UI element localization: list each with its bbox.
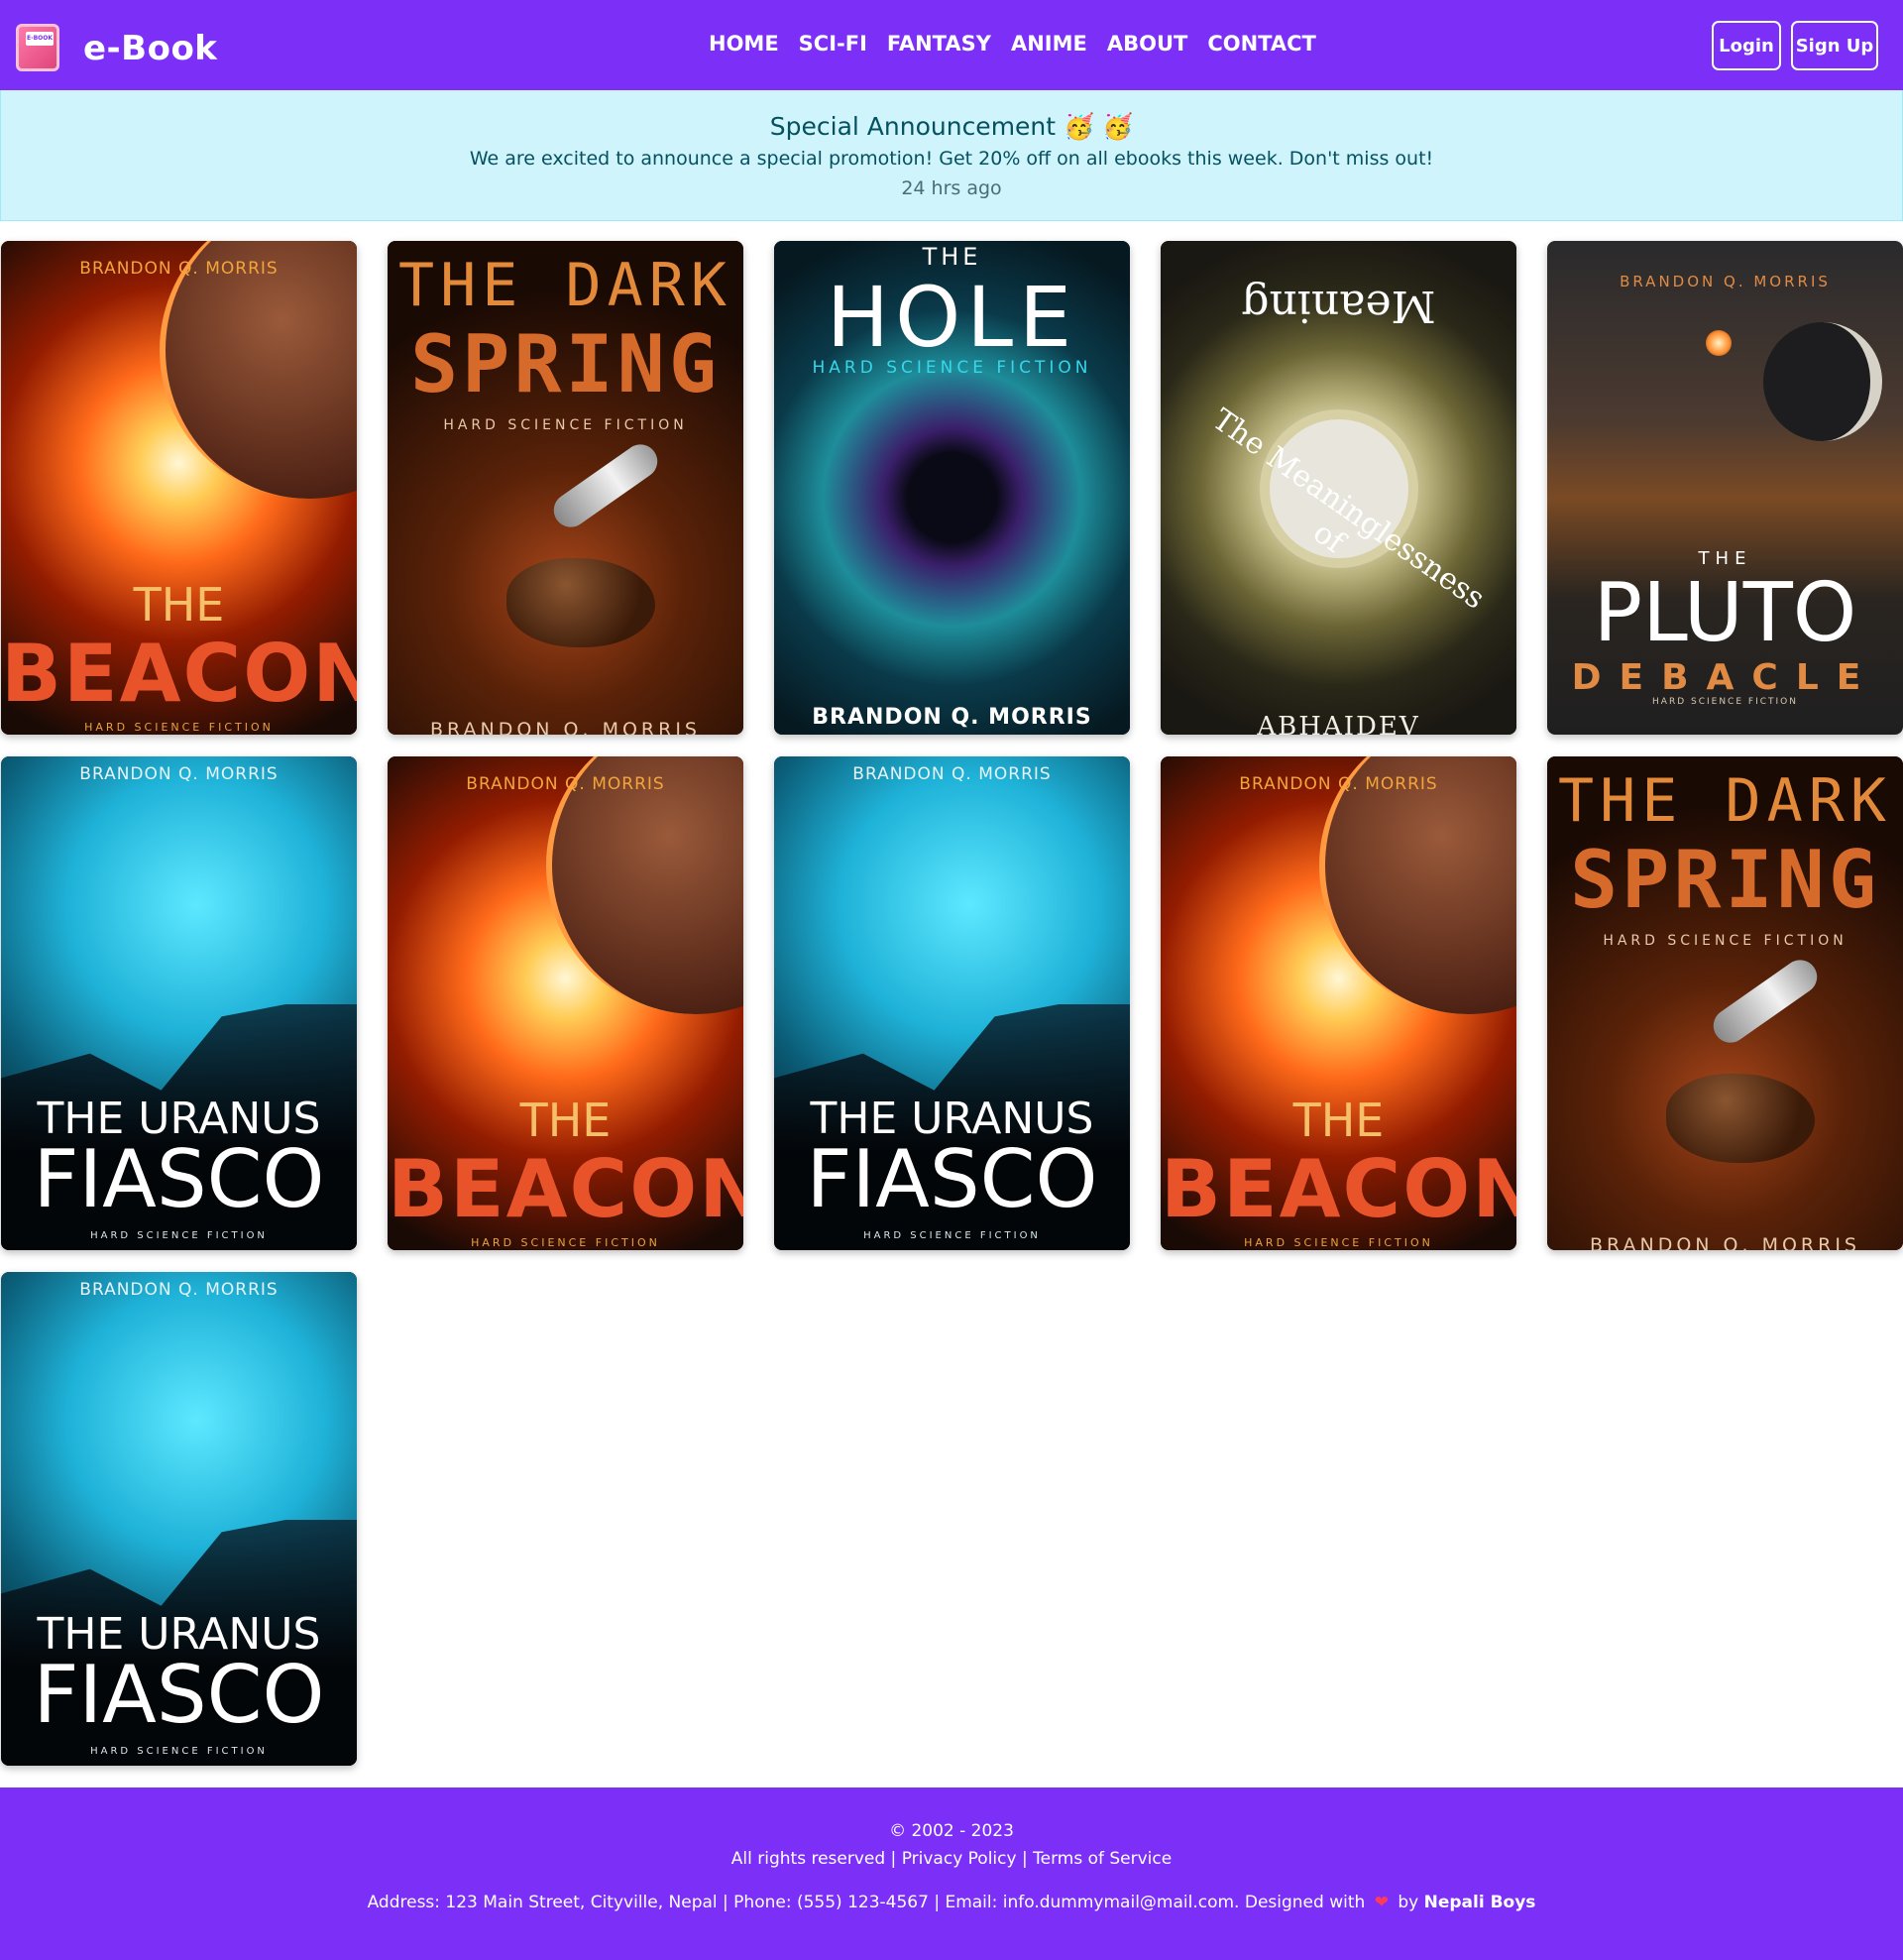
book-author: BRANDON Q. MORRIS <box>466 774 665 794</box>
book-card[interactable]: THE HOLE HARD SCIENCE FICTION BRANDON Q.… <box>774 241 1130 735</box>
brand-name: e-Book <box>83 29 218 68</box>
ebook-logo-icon: E-BOOK <box>16 24 61 73</box>
book-genre: HARD SCIENCE FICTION <box>90 1746 268 1757</box>
book-card[interactable]: BRANDON Q. MORRIS THE URANUS FIASCO HARD… <box>1 1272 357 1766</box>
book-title-line: THE <box>133 578 225 632</box>
book-title-line: THE <box>1292 1094 1385 1147</box>
book-genre: HARD SCIENCE FICTION <box>443 417 688 433</box>
nav-anime[interactable]: ANIME <box>1011 32 1087 56</box>
login-button[interactable]: Login <box>1712 21 1781 70</box>
footer-designer: Nepali Boys <box>1423 1893 1536 1912</box>
nav-fantasy[interactable]: FANTASY <box>887 32 991 56</box>
book-title-line: SPRING <box>410 318 721 410</box>
book-title-line: BEACON <box>1 628 357 720</box>
book-author: BRANDON Q. MORRIS <box>79 1280 279 1300</box>
heart-icon: ❤ <box>1374 1893 1389 1912</box>
book-genre: HARD SCIENCE FICTION <box>812 358 1092 378</box>
footer-contact-info: Address: 123 Main Street, Cityville, Nep… <box>0 1893 1903 1912</box>
book-card[interactable]: BRANDON Q. MORRIS THE BEACON HARD SCIENC… <box>1 241 357 735</box>
terms-of-service-link[interactable]: Terms of Service <box>1033 1849 1172 1869</box>
book-card[interactable]: THE DARK SPRING HARD SCIENCE FICTION BRA… <box>388 241 743 735</box>
book-title-line: THE <box>922 243 982 271</box>
book-author: BRANDON Q. MORRIS <box>852 764 1052 784</box>
book-genre: HARD SCIENCE FICTION <box>84 721 274 734</box>
signup-button[interactable]: Sign Up <box>1791 21 1878 70</box>
book-title-line: BEACON <box>1161 1143 1516 1235</box>
book-card[interactable]: THE DARK SPRING HARD SCIENCE FICTION BRA… <box>1547 756 1903 1250</box>
book-genre: HARD SCIENCE FICTION <box>1652 697 1798 707</box>
book-genre: HARD SCIENCE FICTION <box>1244 1236 1433 1249</box>
book-author: BRANDON Q. MORRIS <box>79 259 279 279</box>
book-genre: HARD SCIENCE FICTION <box>1603 933 1847 949</box>
announcement-banner: Special Announcement 🥳 🥳 We are excited … <box>0 90 1903 221</box>
sun-shape <box>1706 330 1732 356</box>
navbar: E-BOOK e-Book HOME SCI-FI FANTASY ANIME … <box>0 0 1903 90</box>
book-genre: HARD SCIENCE FICTION <box>90 1230 268 1241</box>
moon-shape <box>1763 322 1882 441</box>
book-author: BRANDON Q. MORRIS <box>1239 774 1438 794</box>
nav-sci-fi[interactable]: SCI-FI <box>799 32 867 56</box>
auth-buttons: Login Sign Up <box>1712 21 1878 70</box>
announcement-title: Special Announcement 🥳 🥳 <box>769 112 1134 141</box>
book-genre: HARD SCIENCE FICTION <box>863 1230 1041 1241</box>
book-author: BRANDON Q. MORRIS <box>79 764 279 784</box>
book-genre: HARD SCIENCE FICTION <box>471 1236 660 1249</box>
footer-rights: All rights reserved <box>730 1849 886 1869</box>
asteroid-shape <box>506 558 655 647</box>
footer-copyright: © 2002 - 2023 <box>889 1821 1014 1841</box>
book-title-line: Meaning <box>1241 281 1436 331</box>
book-title-line: HOLE <box>826 269 1078 366</box>
footer: © 2002 - 2023 All rights reserved | Priv… <box>0 1787 1903 1960</box>
announcement-time: 24 hrs ago <box>901 177 1002 199</box>
book-card[interactable]: BRANDON Q. MORRIS THE BEACON HARD SCIENC… <box>1161 756 1516 1250</box>
book-title-line: THE DARK <box>1558 766 1892 836</box>
book-card[interactable]: Meaning The Meaninglessness of ABHAIDEV <box>1161 241 1516 735</box>
book-author: BRANDON Q. MORRIS <box>430 719 701 735</box>
nav-home[interactable]: HOME <box>709 32 779 56</box>
book-title-line: THE DARK <box>398 251 732 320</box>
announcement-message: We are excited to announce a special pro… <box>469 148 1434 170</box>
nav-about[interactable]: ABOUT <box>1107 32 1188 56</box>
book-author: BRANDON Q. MORRIS <box>1590 1234 1860 1250</box>
asteroid-shape <box>1666 1074 1815 1163</box>
book-author: BRANDON Q. MORRIS <box>1620 273 1831 290</box>
logo-tag: E-BOOK <box>26 32 54 46</box>
book-title-line: FIASCO <box>33 1133 325 1225</box>
book-card[interactable]: BRANDON Q. MORRIS THE URANUS FIASCO HARD… <box>1 756 357 1250</box>
footer-links: All rights reserved | Privacy Policy | T… <box>730 1849 1173 1869</box>
book-card[interactable]: BRANDON Q. MORRIS THE URANUS FIASCO HARD… <box>774 756 1130 1250</box>
footer-address: Address: 123 Main Street, Cityville, Nep… <box>367 1893 1366 1912</box>
book-title-line: DEBACLE <box>1571 657 1879 698</box>
main-nav: HOME SCI-FI FANTASY ANIME ABOUT CONTACT <box>709 32 1316 56</box>
book-card[interactable]: BRANDON Q. MORRIS THE PLUTO DEBACLE HARD… <box>1547 241 1903 735</box>
book-title-line: FIASCO <box>33 1649 325 1741</box>
nav-contact[interactable]: CONTACT <box>1207 32 1316 56</box>
book-title-line: BEACON <box>388 1143 743 1235</box>
brand[interactable]: E-BOOK e-Book <box>16 24 217 73</box>
book-title-line: FIASCO <box>806 1133 1098 1225</box>
book-author: ABHAIDEV <box>1257 712 1420 735</box>
privacy-policy-link[interactable]: Privacy Policy <box>902 1849 1017 1869</box>
book-card[interactable]: BRANDON Q. MORRIS THE BEACON HARD SCIENC… <box>388 756 743 1250</box>
book-title-line: PLUTO <box>1593 566 1857 660</box>
footer-by: by <box>1398 1893 1419 1912</box>
book-author: BRANDON Q. MORRIS <box>812 705 1092 730</box>
book-title-line: THE <box>519 1094 612 1147</box>
book-title-line: SPRING <box>1570 834 1880 926</box>
